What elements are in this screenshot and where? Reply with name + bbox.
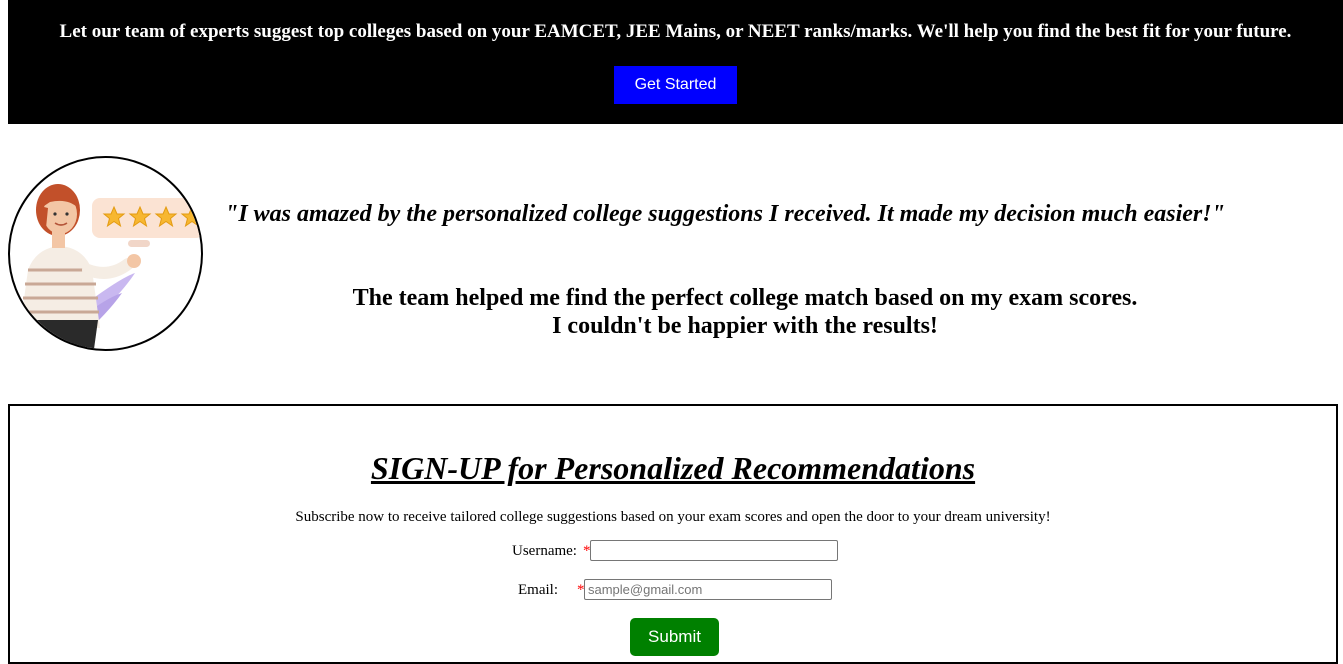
testimonial-avatar	[8, 156, 203, 351]
username-input[interactable]	[590, 540, 838, 561]
hero-text: Let our team of experts suggest top coll…	[59, 21, 1292, 42]
signup-title: SIGN-UP for Personalized Recommendations	[370, 450, 976, 486]
woman-rating-illustration-icon	[20, 184, 201, 349]
testimonial-line-1: The team helped me find the perfect coll…	[352, 285, 1138, 311]
submit-button[interactable]: Submit	[630, 618, 719, 656]
username-label: Username:	[512, 543, 577, 559]
signup-section: SIGN-UP for Personalized Recommendations…	[8, 404, 1338, 664]
testimonial-line-2: I couldn't be happier with the results!	[552, 313, 938, 339]
hero-banner: Let our team of experts suggest top coll…	[8, 0, 1343, 124]
email-input[interactable]	[584, 579, 832, 600]
testimonial-quote: "I was amazed by the personalized colleg…	[225, 201, 1225, 227]
email-label: Email:	[518, 582, 558, 598]
signup-description: Subscribe now to receive tailored colleg…	[295, 509, 1051, 525]
get-started-button[interactable]: Get Started	[614, 66, 737, 104]
